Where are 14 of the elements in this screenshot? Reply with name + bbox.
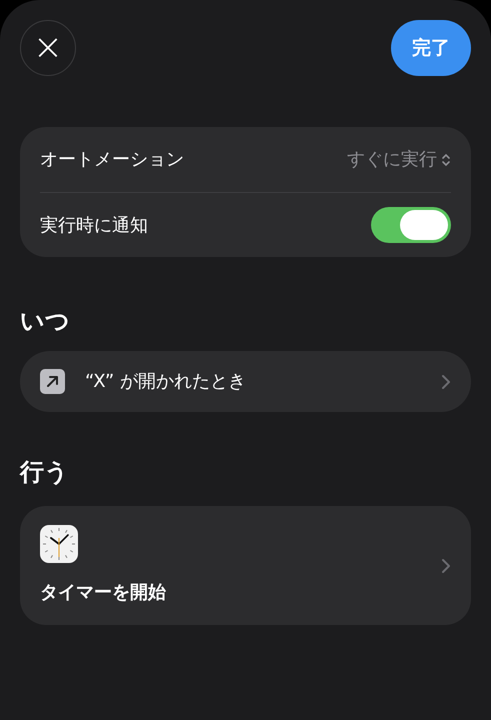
do-heading: 行う (20, 457, 70, 488)
setting-label: 実行時に通知 (40, 214, 148, 238)
close-button[interactable]: × (20, 20, 76, 76)
clock-icon (40, 525, 78, 563)
trigger-row[interactable]: “X” が開かれたとき (20, 351, 471, 412)
run-mode-picker[interactable]: すぐに実行 (347, 146, 451, 173)
chevron-right-icon (441, 374, 451, 390)
setting-label: オートメーション (40, 148, 184, 172)
when-heading: いつ (20, 306, 71, 337)
notify-toggle[interactable] (371, 207, 451, 243)
up-down-chevron-icon (441, 152, 451, 166)
arrow-up-right-icon (40, 369, 65, 394)
action-card[interactable]: タイマーを開始 (20, 506, 471, 625)
chevron-right-icon (441, 558, 451, 574)
